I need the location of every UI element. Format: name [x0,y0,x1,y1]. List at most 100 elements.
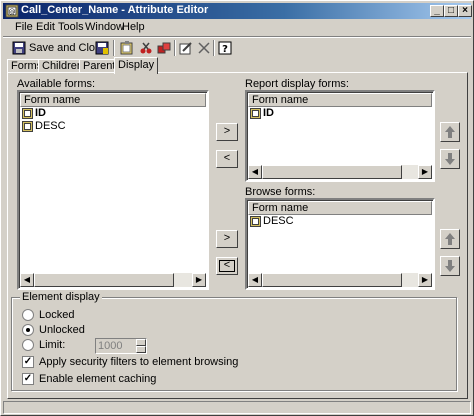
copy-button[interactable] [157,39,171,57]
unlocked-option[interactable]: Unlocked [22,324,85,336]
cut-icon [140,42,152,54]
add-to-browse-button[interactable]: > [216,230,238,248]
cut-button[interactable] [139,39,153,57]
list-item[interactable]: ID [22,107,46,120]
attribute-icon: @ [5,4,19,18]
help-icon: ? [218,41,232,55]
attribute-form-icon [250,216,261,227]
locked-radio[interactable] [22,309,34,321]
scroll-right-icon[interactable]: ▶ [418,165,432,179]
close-button[interactable]: × [458,5,472,17]
scroll-thumb[interactable] [34,273,174,287]
scroll-thumb[interactable] [262,165,402,179]
remove-from-browse-button[interactable]: < [216,257,238,275]
caching-checkbox[interactable]: ✓ [22,373,34,385]
maximize-button[interactable]: □ [444,5,458,17]
add-to-report-button[interactable]: > [216,123,238,141]
browse-move-down-button[interactable] [440,256,460,276]
report-display-forms-list[interactable]: Form name ID ◀ ▶ [245,90,435,182]
report-move-down-button[interactable] [440,149,460,169]
security-filters-label: Apply security filters to element browsi… [39,356,239,368]
available-forms-list[interactable]: Form name ID DESC ◀ ▶ [17,90,209,290]
form-name: DESC [263,215,294,227]
caching-option[interactable]: ✓ Enable element caching [22,373,156,385]
menu-window[interactable]: Window [85,21,124,33]
arrow-down-icon [445,153,455,165]
report-display-forms-label: Report display forms: [245,78,349,90]
properties-icon [120,41,133,55]
element-display-title: Element display [20,291,102,303]
menu-help[interactable]: Help [122,21,145,33]
edit-icon [179,42,192,55]
attribute-form-icon [22,121,33,132]
horizontal-scrollbar[interactable]: ◀ ▶ [248,165,432,179]
window-title: Call_Center_Name - Attribute Editor [21,4,209,16]
save-icon [12,41,26,55]
menu-edit[interactable]: Edit [36,21,55,33]
form-name: DESC [35,120,66,132]
scroll-left-icon[interactable]: ◀ [20,273,34,287]
list-item[interactable]: DESC [250,215,294,228]
status-bar [3,401,471,414]
caching-label: Enable element caching [39,373,157,385]
tab-display[interactable]: Display [114,57,159,74]
arrow-up-icon [445,233,455,245]
svg-text:@: @ [9,8,16,16]
report-move-up-button[interactable] [440,122,460,142]
close-icon: × [462,5,468,16]
horizontal-scrollbar[interactable]: ◀ ▶ [20,273,206,287]
minimize-icon: _ [434,5,440,16]
form-name: ID [263,107,274,119]
form-name: ID [35,107,46,119]
list-item[interactable]: ID [250,107,274,120]
toolbar-separator [213,40,215,56]
remove-from-report-button[interactable]: < [216,150,238,168]
maximize-icon: □ [447,5,455,16]
delete-button[interactable] [197,39,211,57]
security-filters-option[interactable]: ✓ Apply security filters to element brow… [22,356,238,368]
properties-button[interactable] [120,39,134,57]
available-forms-column-header[interactable]: Form name [20,93,206,107]
menu-file[interactable]: File [15,21,33,33]
help-button[interactable]: ? [218,39,232,57]
attribute-form-icon [250,108,261,119]
toolbar: Save and Close ? [3,38,471,58]
browse-forms-list[interactable]: Form name DESC ◀ ▶ [245,198,435,290]
available-forms-label: Available forms: [17,78,96,90]
limit-radio[interactable] [22,339,34,351]
unlocked-radio[interactable] [22,324,34,336]
unlocked-label: Unlocked [39,324,85,336]
scroll-right-icon[interactable]: ▶ [418,273,432,287]
save-and-close-button[interactable]: Save and Close [12,39,107,57]
locked-label: Locked [39,309,75,321]
save-button[interactable] [95,39,109,57]
limit-increase-icon[interactable] [136,339,146,346]
scroll-thumb[interactable] [262,273,402,287]
scroll-right-icon[interactable]: ▶ [192,273,206,287]
locked-option[interactable]: Locked [22,309,74,321]
scroll-left-icon[interactable]: ◀ [248,273,262,287]
attribute-editor-window: @ Call_Center_Name - Attribute Editor _ … [0,0,474,416]
browse-move-up-button[interactable] [440,229,460,249]
minimize-button[interactable]: _ [430,5,444,17]
edit-button[interactable] [179,39,193,57]
arrow-down-icon [445,260,455,272]
limit-label: Limit: [39,339,66,351]
report-forms-column-header[interactable]: Form name [248,93,432,107]
element-display-group: Element display Locked Unlocked Limit: 1… [11,291,457,391]
limit-decrease-icon[interactable] [136,346,146,353]
browse-forms-column-header[interactable]: Form name [248,201,432,215]
horizontal-scrollbar[interactable]: ◀ ▶ [248,273,432,287]
list-item[interactable]: DESC [22,120,66,133]
scroll-left-icon[interactable]: ◀ [248,165,262,179]
delete-icon [198,42,210,54]
security-filters-checkbox[interactable]: ✓ [22,356,34,368]
limit-option[interactable]: Limit: [22,339,65,351]
copy-icon [157,42,171,54]
arrow-up-icon [445,126,455,138]
title-bar[interactable]: @ Call_Center_Name - Attribute Editor _ … [3,3,472,19]
toolbar-separator [174,40,176,56]
toolbar-separator [113,40,115,56]
menu-tools[interactable]: Tools [58,21,84,33]
svg-text:?: ? [222,44,228,55]
